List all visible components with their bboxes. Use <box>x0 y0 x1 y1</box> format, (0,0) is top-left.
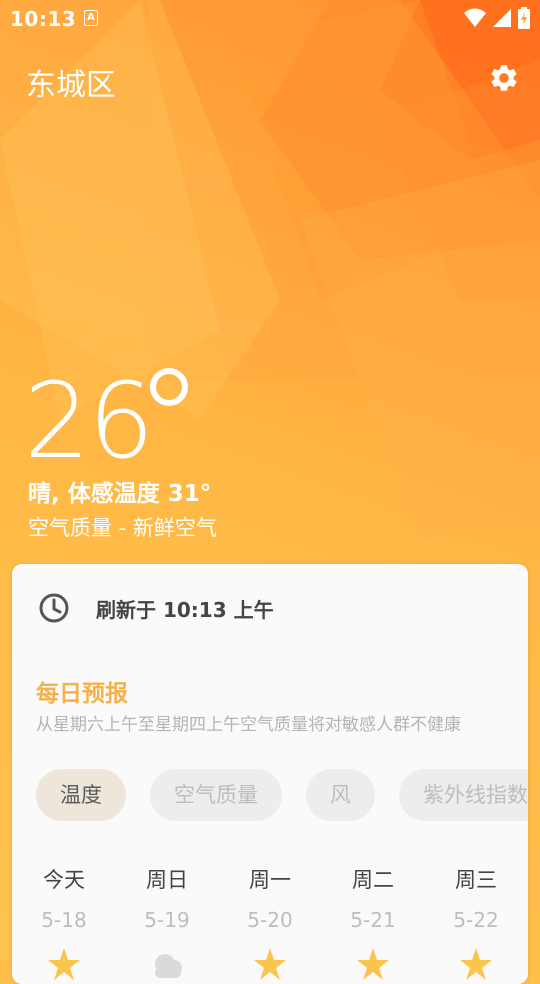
cloud-icon <box>155 954 182 978</box>
degree-symbol <box>150 368 188 406</box>
weather-condition: 晴, 体感温度 31° <box>28 481 212 507</box>
day-date: 5-22 <box>453 908 499 932</box>
clock-icon <box>39 593 69 623</box>
day-column[interactable]: 周日 5-19 <box>127 864 207 984</box>
chip-air-quality[interactable]: 空气质量 <box>150 769 282 821</box>
day-column[interactable]: 周二 5-21 <box>333 864 413 984</box>
day-date: 5-18 <box>41 908 87 932</box>
wifi-icon <box>464 8 486 27</box>
status-icons <box>464 7 530 29</box>
day-column[interactable]: 周三 5-22 <box>436 864 516 984</box>
day-name: 周三 <box>455 868 497 892</box>
day-name: 周一 <box>249 868 291 892</box>
sun-icon <box>48 948 80 980</box>
forecast-chip-row: 温度 空气质量 风 紫外线指数 <box>36 769 528 821</box>
status-bar: 10:13 A <box>0 0 540 36</box>
day-column[interactable]: 周一 5-20 <box>230 864 310 984</box>
refresh-row: 刷新于 10:13 上午 <box>38 592 274 624</box>
daily-forecast-title: 每日预报 <box>36 681 128 707</box>
current-temperature: 26 <box>24 360 154 482</box>
status-time: 10:13 <box>10 7 77 31</box>
chip-wind[interactable]: 风 <box>306 769 375 821</box>
sun-icon <box>357 948 389 980</box>
chip-temperature[interactable]: 温度 <box>36 769 126 821</box>
signal-icon <box>493 9 511 27</box>
forecast-card: 刷新于 10:13 上午 每日预报 从星期六上午至星期四上午空气质量将对敏感人群… <box>12 564 528 984</box>
refresh-time: 刷新于 10:13 上午 <box>96 597 274 622</box>
a-icon: A <box>84 10 98 26</box>
day-date: 5-19 <box>144 908 190 932</box>
city-name[interactable]: 东城区 <box>26 60 116 104</box>
daily-forecast-subtitle: 从星期六上午至星期四上午空气质量将对敏感人群不健康 <box>36 715 461 735</box>
day-date: 5-21 <box>350 908 396 932</box>
chip-uv-index[interactable]: 紫外线指数 <box>399 769 528 821</box>
day-date: 5-20 <box>247 908 293 932</box>
battery-charging-icon <box>518 7 530 29</box>
gear-icon[interactable] <box>488 62 520 94</box>
sun-icon <box>460 948 492 980</box>
sun-icon <box>254 948 286 980</box>
day-name: 今天 <box>43 868 85 892</box>
day-name: 周日 <box>146 868 188 892</box>
day-name: 周二 <box>352 868 394 892</box>
day-column[interactable]: 今天 5-18 <box>24 864 104 984</box>
air-quality-summary[interactable]: 空气质量 - 新鲜空气 <box>28 512 217 542</box>
